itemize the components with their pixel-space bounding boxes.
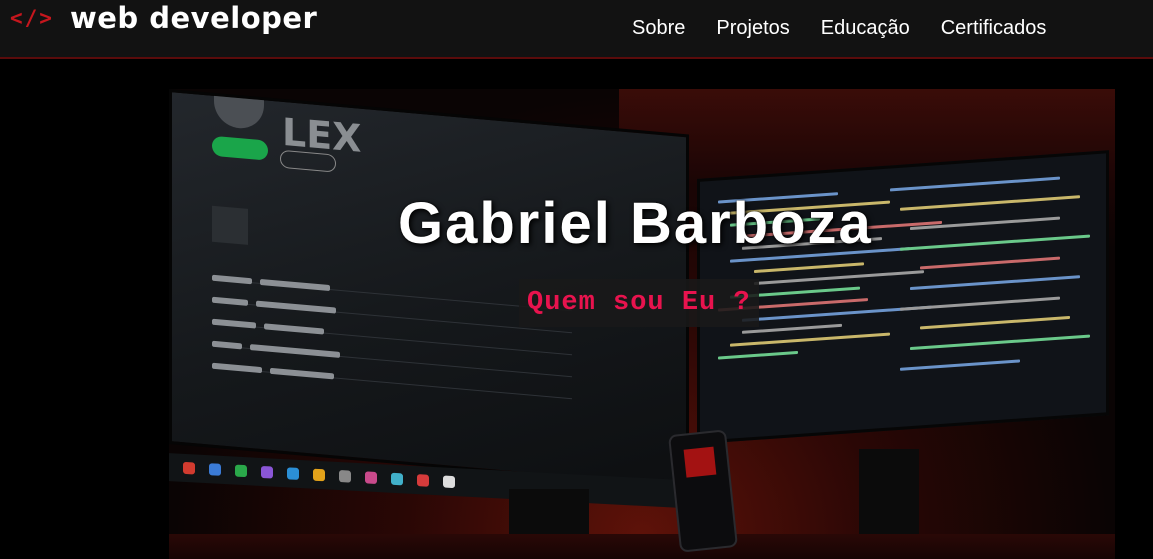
nav-link-projetos[interactable]: Projetos (716, 17, 789, 40)
logo-text: web developer (69, 1, 318, 35)
artist-avatar-image (214, 95, 264, 131)
smartphone-image (667, 429, 739, 553)
album-thumb-image (212, 205, 248, 245)
hero-banner: LEX Gabriel Barboza Quem sou Eu ? (169, 89, 1115, 559)
nav-link-certificados[interactable]: Certificados (941, 17, 1047, 40)
about-me-button[interactable]: Quem sou Eu ? (519, 279, 759, 327)
site-header: </> web developer Sobre Projetos Educaçã… (0, 0, 1153, 59)
site-logo[interactable]: </> web developer (10, 0, 317, 38)
desk-image (169, 534, 1115, 559)
nav-link-educacao[interactable]: Educação (821, 17, 910, 40)
phone-album-art (683, 446, 717, 478)
monitor-play-button-image (212, 135, 268, 161)
monitor-follow-button-image (280, 149, 336, 173)
code-brackets-icon: </> (10, 6, 54, 30)
main-nav: Sobre Projetos Educação Certificados (632, 17, 1077, 40)
hero-name-title: Gabriel Barboza (398, 191, 873, 256)
nav-link-sobre[interactable]: Sobre (632, 17, 685, 40)
